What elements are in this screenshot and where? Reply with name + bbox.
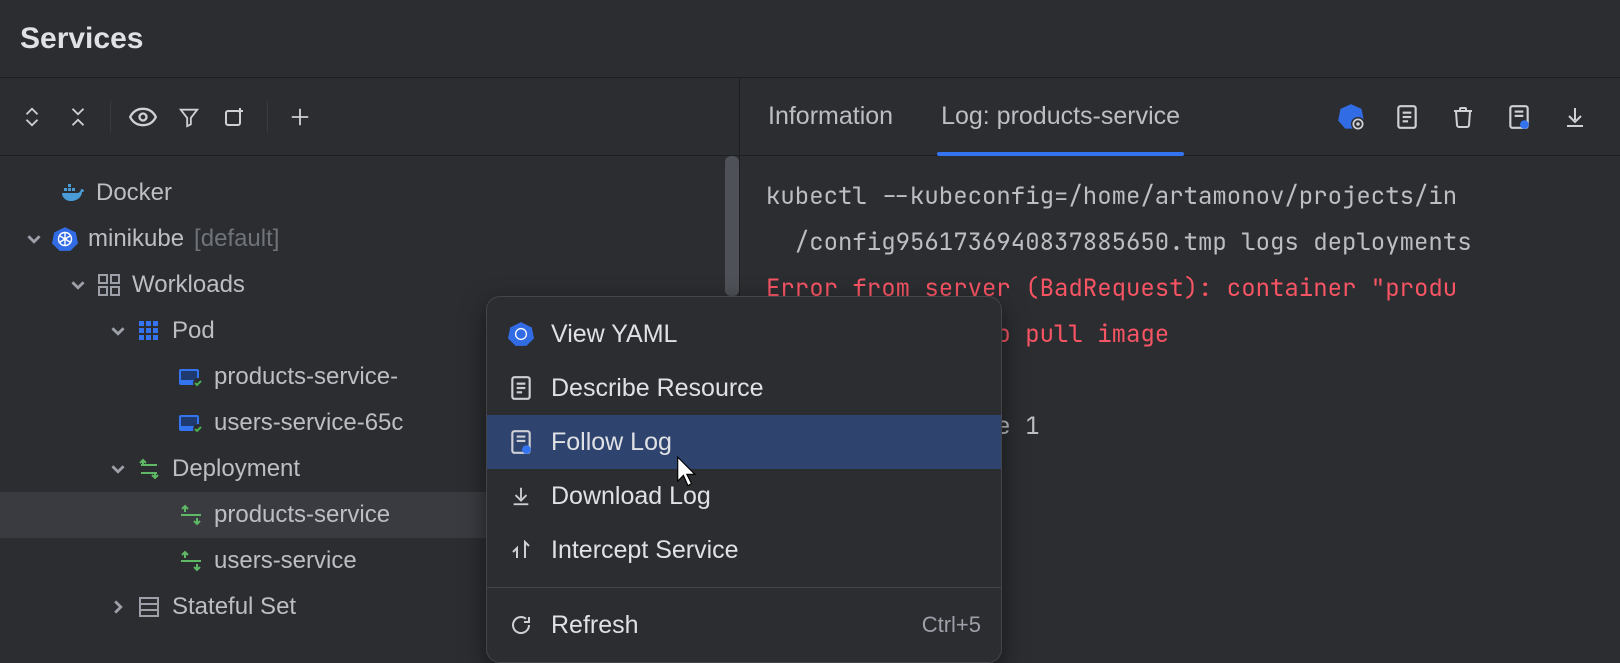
collapse-all-button[interactable] <box>56 95 100 139</box>
workloads-icon <box>96 272 122 298</box>
tree-label: Stateful Set <box>172 593 296 621</box>
show-icon[interactable] <box>121 95 165 139</box>
follow-log-icon <box>507 428 535 456</box>
deployment-group-icon <box>136 456 162 482</box>
tree-label: Pod <box>172 317 215 345</box>
deployment-icon <box>178 548 204 574</box>
expand-all-button[interactable] <box>10 95 54 139</box>
deployment-icon <box>178 502 204 528</box>
context-menu: View YAML Describe Resource Follow Log D… <box>486 296 1002 663</box>
filter-icon[interactable] <box>167 95 211 139</box>
chevron-down-icon <box>110 323 126 339</box>
log-line: kubectl --kubeconfig=/home/artamonov/pro… <box>766 181 1457 212</box>
tree-tag: [default] <box>194 225 279 253</box>
follow-log-icon[interactable] <box>1502 100 1536 134</box>
tree-label: users-service <box>214 547 357 575</box>
describe-icon[interactable] <box>1390 100 1424 134</box>
tool-window-header: Services <box>0 0 1620 78</box>
download-icon <box>507 482 535 510</box>
tab-information[interactable]: Information <box>768 78 893 155</box>
tab-log[interactable]: Log: products-service <box>941 78 1180 155</box>
menu-label: View YAML <box>551 320 677 349</box>
scrollbar-thumb[interactable] <box>725 156 739 296</box>
chevron-right-icon <box>110 599 126 615</box>
menu-download-log[interactable]: Download Log <box>487 469 1001 523</box>
download-icon[interactable] <box>1558 100 1592 134</box>
menu-label: Intercept Service <box>551 536 739 565</box>
tab-label: Information <box>768 102 893 131</box>
statefulset-icon <box>136 594 162 620</box>
document-icon <box>507 374 535 402</box>
menu-separator <box>487 587 1001 588</box>
tree-toolbar <box>0 78 739 156</box>
menu-describe[interactable]: Describe Resource <box>487 361 1001 415</box>
menu-shortcut: Ctrl+5 <box>922 612 981 638</box>
menu-label: Follow Log <box>551 428 672 457</box>
menu-intercept[interactable]: Intercept Service <box>487 523 1001 577</box>
tree-item-minikube[interactable]: minikube [default] <box>0 216 739 262</box>
chevron-down-icon <box>110 461 126 477</box>
menu-view-yaml[interactable]: View YAML <box>487 307 1001 361</box>
menu-refresh[interactable]: Refresh Ctrl+5 <box>487 598 1001 652</box>
delete-icon[interactable] <box>1446 100 1480 134</box>
refresh-icon <box>507 611 535 639</box>
tree-label: minikube <box>88 225 184 253</box>
toolbar-separator <box>110 101 111 133</box>
tree-label: users-service-65c <box>214 409 403 437</box>
tree-item-docker[interactable]: Docker <box>0 170 739 216</box>
add-button[interactable] <box>278 95 322 139</box>
kubernetes-settings-icon[interactable] <box>1334 100 1368 134</box>
tree-label: Deployment <box>172 455 300 483</box>
tree-label: products-service- <box>214 363 398 391</box>
tree-label: Workloads <box>132 271 245 299</box>
pod-group-icon <box>136 318 162 344</box>
tab-label: Log: products-service <box>941 102 1180 131</box>
tool-window-title: Services <box>20 22 143 56</box>
tab-bar: Information Log: products-service <box>740 78 1620 156</box>
intercept-icon <box>507 536 535 564</box>
chevron-down-icon <box>26 231 42 247</box>
docker-icon <box>60 180 86 206</box>
kubernetes-icon <box>52 226 78 252</box>
pod-icon <box>178 410 204 436</box>
tree-label: products-service <box>214 501 390 529</box>
pod-icon <box>178 364 204 390</box>
menu-label: Refresh <box>551 611 639 640</box>
new-window-icon[interactable] <box>213 95 257 139</box>
toolbar-separator <box>267 101 268 133</box>
log-line: /config9561736940837885650.tmp logs depl… <box>766 227 1472 258</box>
kubernetes-icon <box>507 320 535 348</box>
tree-label: Docker <box>96 179 172 207</box>
menu-follow-log[interactable]: Follow Log <box>487 415 1001 469</box>
tab-actions <box>1334 100 1592 134</box>
menu-label: Describe Resource <box>551 374 764 403</box>
menu-label: Download Log <box>551 482 711 511</box>
chevron-down-icon <box>70 277 86 293</box>
